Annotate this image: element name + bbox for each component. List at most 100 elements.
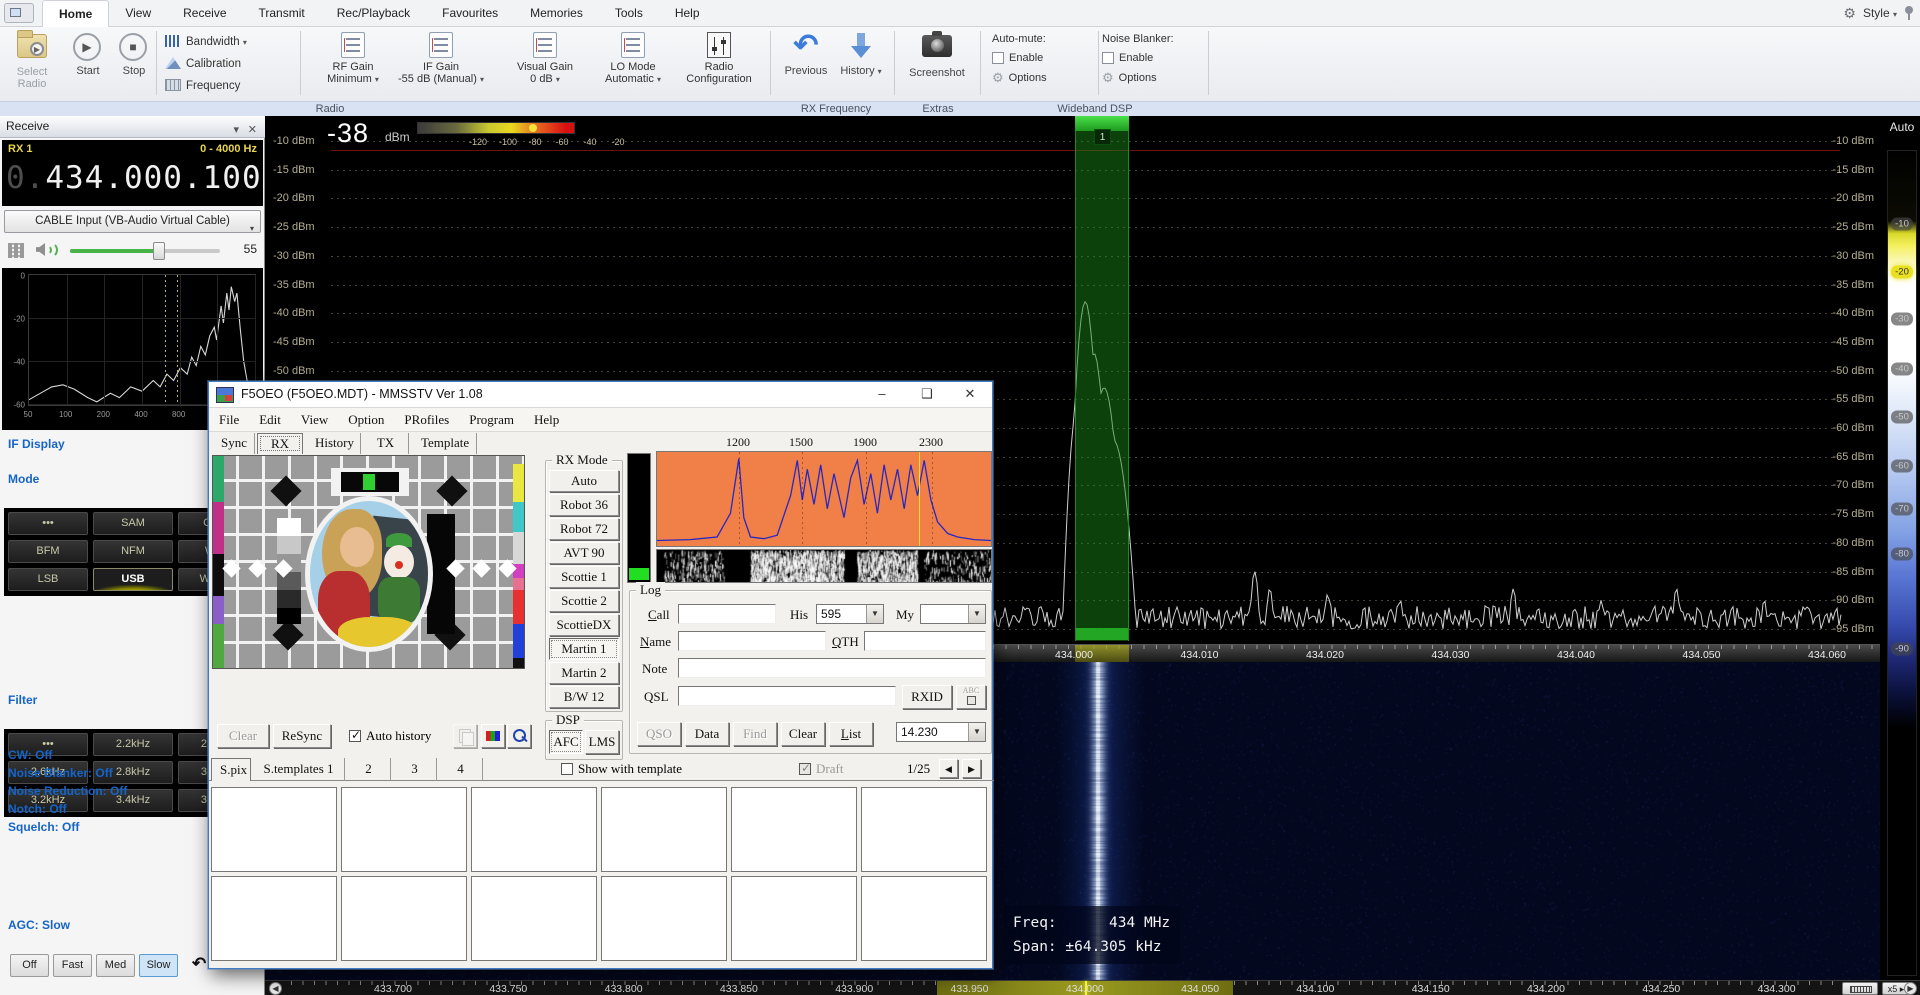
- keyboard-entry-button[interactable]: [1842, 982, 1878, 995]
- ribbon-tab-transmit[interactable]: Transmit: [243, 0, 321, 27]
- page-prev-button[interactable]: ◀: [939, 759, 958, 778]
- lms-button[interactable]: LMS: [585, 730, 619, 754]
- thumbnail-cell[interactable]: [731, 787, 857, 872]
- scroll-left-button[interactable]: ◀: [269, 982, 282, 995]
- start-button[interactable]: ▶ Start: [62, 30, 114, 96]
- frequency-overview-bar[interactable]: ◀ 433.700433.750433.800433.850433.900433…: [265, 980, 1920, 995]
- palette-label-80[interactable]: -80: [1887, 549, 1917, 560]
- rxid-button[interactable]: RXID: [902, 685, 952, 709]
- stop-button[interactable]: ■ Stop: [108, 30, 160, 96]
- resync-button[interactable]: ReSync: [273, 724, 331, 748]
- rx-channel-band[interactable]: [1075, 116, 1129, 641]
- mmsstv-tab-rx[interactable]: RX: [257, 433, 303, 454]
- previous-button[interactable]: ↶ Previous: [778, 30, 834, 96]
- menu-option[interactable]: Option: [338, 408, 394, 431]
- mode-button-bfm[interactable]: BFM: [8, 540, 88, 563]
- strip-tab-3[interactable]: 3: [393, 758, 437, 781]
- rf-gain-dropdown[interactable]: RF GainMinimum ▾: [310, 30, 396, 96]
- menu-profiles[interactable]: PRofiles: [394, 408, 459, 431]
- magnifier-icon[interactable]: [507, 724, 531, 748]
- close-button[interactable]: ✕: [950, 382, 990, 407]
- rx-mode-scottie-1[interactable]: Scottie 1: [549, 566, 619, 588]
- noise-blanker-options[interactable]: ⚙Options: [1098, 68, 1198, 88]
- settings-gear-icon[interactable]: ⚙: [1843, 5, 1856, 22]
- volume-slider-handle[interactable]: [153, 242, 165, 260]
- auto-history-checkbox[interactable]: Auto history: [349, 728, 431, 744]
- thumbnail-cell[interactable]: [211, 787, 337, 872]
- auto-mute-options[interactable]: ⚙Options: [988, 68, 1088, 88]
- my-combo[interactable]: ▼: [920, 604, 986, 624]
- rx-mode-robot-36[interactable]: Robot 36: [549, 494, 619, 516]
- menu-edit[interactable]: Edit: [249, 408, 291, 431]
- ribbon-tab-tools[interactable]: Tools: [599, 0, 659, 27]
- panel-close-icon[interactable]: ✕: [248, 120, 257, 141]
- palette-label-90[interactable]: -90: [1887, 644, 1917, 655]
- log-button-find[interactable]: Find: [733, 722, 777, 746]
- select-radio-button[interactable]: ▶ Select Radio: [6, 30, 58, 96]
- palette-label-30[interactable]: -30: [1887, 314, 1917, 325]
- mode-button-sam[interactable]: SAM: [93, 512, 173, 535]
- qth-input[interactable]: [864, 631, 986, 651]
- menu-help[interactable]: Help: [524, 408, 569, 431]
- agc-button-med[interactable]: Med: [96, 954, 135, 977]
- rx-mode-auto[interactable]: Auto: [549, 470, 619, 492]
- strip-tab-2[interactable]: 2: [347, 758, 391, 781]
- page-next-button[interactable]: ▶: [962, 759, 981, 778]
- thumbnail-cell[interactable]: [471, 876, 597, 961]
- palette-auto-button[interactable]: Auto: [1884, 120, 1920, 134]
- radio-configuration-button[interactable]: Radio Configuration: [676, 30, 762, 96]
- rx-mode-martin-1[interactable]: Martin 1: [549, 638, 619, 660]
- bandwidth-button[interactable]: Bandwidth ▾: [163, 31, 313, 53]
- agc-button-off[interactable]: Off: [10, 954, 49, 977]
- menu-file[interactable]: File: [209, 408, 249, 431]
- agc-button-slow[interactable]: Slow: [139, 954, 178, 977]
- palette-label-60[interactable]: -60: [1887, 461, 1917, 472]
- call-input[interactable]: [678, 604, 776, 624]
- note-input[interactable]: [678, 658, 986, 678]
- visual-gain-dropdown[interactable]: Visual Gain0 dB ▾: [502, 30, 588, 96]
- thumbnail-cell[interactable]: [601, 876, 727, 961]
- mode-button-nfm[interactable]: NFM: [93, 540, 173, 563]
- ribbon-tab-view[interactable]: View: [109, 0, 167, 27]
- audio-device-select[interactable]: CABLE Input (VB-Audio Virtual Cable)▾: [4, 210, 261, 233]
- thumbnail-cell[interactable]: [471, 787, 597, 872]
- rx-mode-martin-2[interactable]: Martin 2: [549, 662, 619, 684]
- minimize-button[interactable]: –: [862, 382, 902, 407]
- panel-collapse-icon[interactable]: ▾: [233, 120, 239, 141]
- thumbnail-cell[interactable]: [861, 787, 987, 872]
- lo-mode-dropdown[interactable]: LO ModeAutomatic ▾: [590, 30, 676, 96]
- mmsstv-tab-tx[interactable]: TX: [363, 433, 409, 454]
- palette-label-20[interactable]: -20: [1887, 267, 1917, 278]
- ribbon-tab-home[interactable]: Home: [42, 0, 109, 27]
- menu-view[interactable]: View: [291, 408, 338, 431]
- volume-slider[interactable]: [70, 249, 220, 253]
- mixer-icon[interactable]: [8, 243, 24, 258]
- rx-mode-robot-72[interactable]: Robot 72: [549, 518, 619, 540]
- show-with-template-checkbox[interactable]: Show with template: [561, 761, 682, 777]
- if-gain-dropdown[interactable]: IF Gain-55 dB (Manual) ▾: [398, 30, 484, 96]
- mode-button-usb[interactable]: USB: [93, 568, 173, 591]
- noise-blanker-enable[interactable]: Enable: [1098, 48, 1198, 68]
- frequency-display[interactable]: RX 1 0 - 4000 Hz 0.434.000.100: [2, 140, 263, 206]
- picture-icon[interactable]: [481, 724, 505, 748]
- rx-mode-scottiedx[interactable]: ScottieDX: [549, 614, 619, 636]
- menu-program[interactable]: Program: [459, 408, 524, 431]
- scroll-right-button[interactable]: ▶: [1904, 982, 1917, 995]
- palette-label-70[interactable]: -70: [1887, 504, 1917, 515]
- log-button-qso[interactable]: QSO: [637, 722, 681, 746]
- ribbon-tab-help[interactable]: Help: [659, 0, 716, 27]
- thumbnail-cell[interactable]: [601, 787, 727, 872]
- rx-mode-b-w-12[interactable]: B/W 12: [549, 686, 619, 708]
- strip-tab-s-pix[interactable]: S.pix: [211, 758, 251, 781]
- auto-mute-enable[interactable]: Enable: [988, 48, 1088, 68]
- copy-image-icon[interactable]: [453, 724, 477, 748]
- log-button-clear[interactable]: Clear: [781, 722, 825, 746]
- rx-mode-scottie-2[interactable]: Scottie 2: [549, 590, 619, 612]
- auto-mute-enable-checkbox[interactable]: [992, 52, 1004, 64]
- agc-undo-icon[interactable]: ↶: [192, 954, 206, 974]
- his-combo[interactable]: 595▼: [816, 604, 884, 624]
- mode-button-lsb[interactable]: LSB: [8, 568, 88, 591]
- thumbnail-cell[interactable]: [731, 876, 857, 961]
- thumbnail-cell[interactable]: [341, 876, 467, 961]
- name-input[interactable]: [678, 631, 826, 651]
